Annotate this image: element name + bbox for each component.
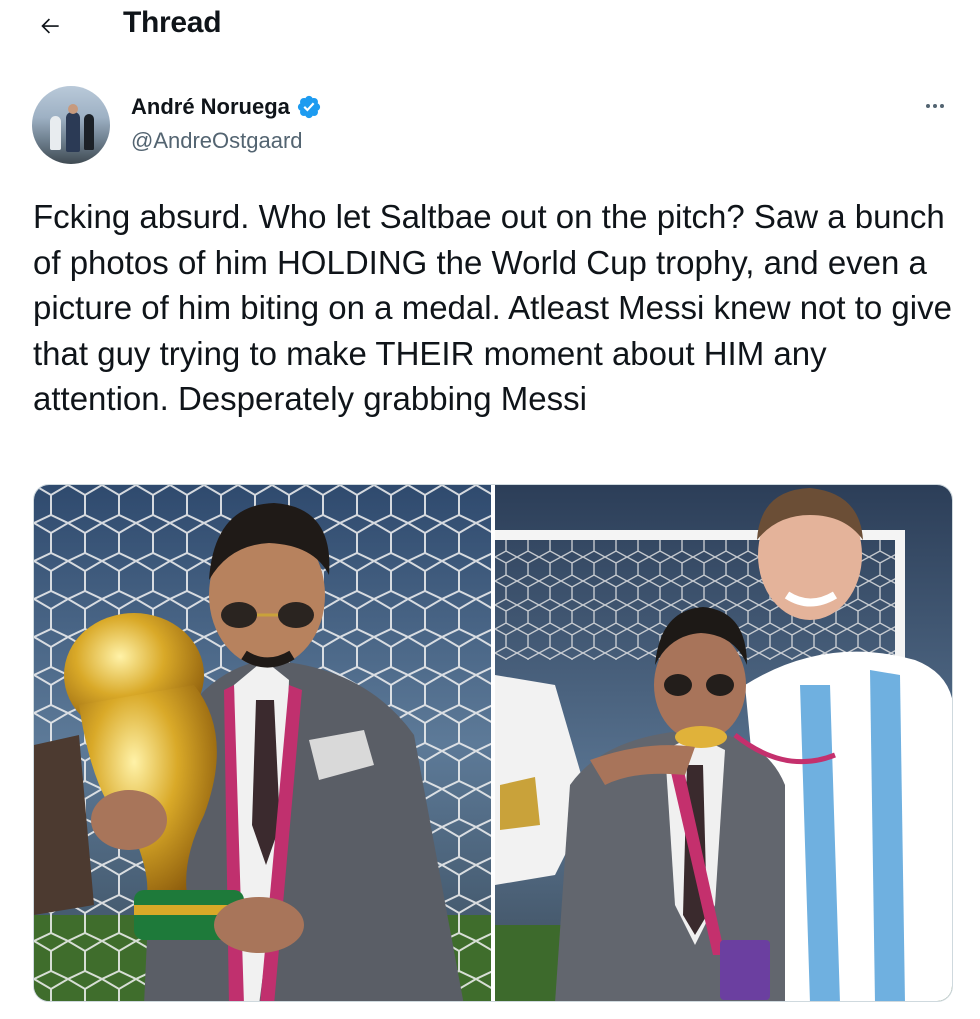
top-bar: Thread	[0, 0, 980, 50]
tweet-text: Fcking absurd. Who let Saltbae out on th…	[33, 198, 962, 417]
media-photo-medal[interactable]	[495, 485, 952, 1001]
photo-trophy-image	[34, 485, 491, 1001]
avatar[interactable]	[32, 86, 110, 164]
tweet-author: André Noruega @AndreOstgaard	[32, 86, 632, 166]
verified-badge-icon	[297, 95, 321, 119]
author-name[interactable]: André Noruega	[131, 94, 290, 120]
arrow-left-icon	[41, 18, 59, 34]
author-handle[interactable]: @AndreOstgaard	[131, 128, 303, 154]
page-title: Thread	[123, 6, 222, 39]
more-options-icon	[926, 104, 930, 108]
media-photo-trophy[interactable]	[34, 485, 491, 1001]
author-name-row[interactable]: André Noruega	[131, 94, 322, 120]
tweet-media	[33, 484, 953, 1002]
back-button[interactable]	[32, 8, 68, 44]
more-options-button[interactable]	[920, 96, 950, 116]
photo-medal-image	[495, 485, 952, 1001]
